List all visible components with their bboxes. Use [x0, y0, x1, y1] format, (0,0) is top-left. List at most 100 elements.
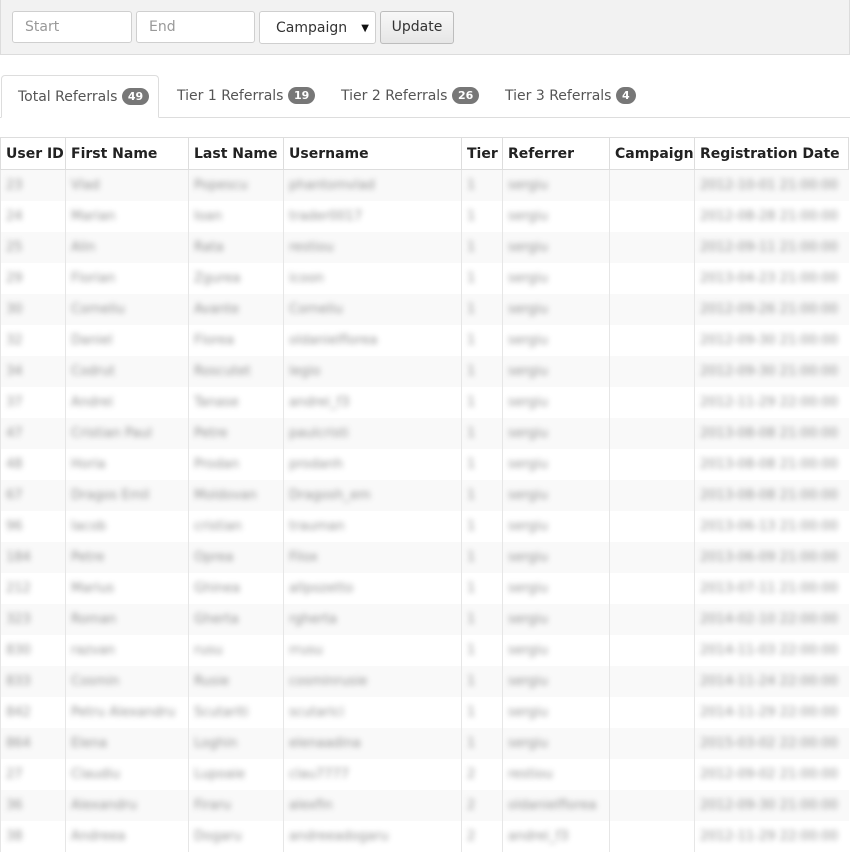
last-name-cell-text: Rata — [194, 239, 224, 255]
first-name-cell-text: Florian — [71, 270, 116, 286]
user-id-cell: 842 — [0, 696, 66, 728]
user-id-cell: 47 — [0, 417, 66, 449]
username-cell: legio — [283, 355, 462, 387]
table-row[interactable]: 96 Iacob cristian trauman 1 sergiu 2013-06-13 … — [0, 510, 849, 542]
tier-cell: 1 — [461, 293, 503, 325]
tab-tier-3-referrals[interactable]: Tier 3 Referrals 4 — [505, 75, 636, 117]
username-cell-text: andrei_f3 — [289, 394, 350, 410]
table-row[interactable]: 48 Horia Prodan prodanh 1 sergiu 2013-08-08 21… — [0, 448, 849, 480]
user-id-cell: 30 — [0, 293, 66, 325]
referrals-table: User ID First Name Last Name Username Ti… — [0, 137, 849, 852]
registration-date-cell-text: 2012-10-01 21:00:00 — [700, 177, 839, 193]
campaign-select[interactable]: Campaign ▼ — [259, 11, 376, 44]
username-cell-text: restiou — [289, 239, 334, 255]
column-header-first-name[interactable]: First Name — [65, 137, 189, 170]
username-cell: icoon — [283, 262, 462, 294]
column-header-registration-date[interactable]: Registration Date — [694, 137, 849, 170]
user-id-cell: 37 — [0, 386, 66, 418]
tab-tier-1-referrals[interactable]: Tier 1 Referrals 19 — [177, 75, 316, 117]
campaign-cell — [609, 572, 695, 604]
referrer-cell: sergiu — [502, 448, 610, 480]
tab-tier-2-referrals[interactable]: Tier 2 Referrals 26 — [341, 75, 480, 117]
user-id-cell-text: 27 — [6, 766, 23, 782]
registration-date-cell-text: 2013-08-08 21:00:00 — [700, 456, 839, 472]
last-name-cell: Prodan — [188, 448, 284, 480]
last-name-cell-text: Avante — [194, 301, 240, 317]
table-row[interactable]: 38 Andreea Dogaru andreeadogaru 2 andrei_f3 20… — [0, 820, 849, 852]
username-cell: andrei_f3 — [283, 386, 462, 418]
table-row[interactable]: 34 Codrut Roscutet legio 1 sergiu 2012-09-30 2… — [0, 355, 849, 387]
table-row[interactable]: 67 Dragos Emil Moldovan Dragosh_em 1 sergiu 20… — [0, 479, 849, 511]
referrer-cell-text: sergiu — [508, 332, 548, 348]
user-id-cell: 38 — [0, 820, 66, 852]
username-cell: elenaadina — [283, 727, 462, 759]
table-row[interactable]: 29 Florian Zgurea icoon 1 sergiu 2013-04-23 21… — [0, 262, 849, 294]
table-row[interactable]: 27 Claudiu Lupoaie clau7777 2 restiou 2012-09-… — [0, 758, 849, 790]
first-name-cell: Dragos Emil — [65, 479, 189, 511]
first-name-cell: Alin — [65, 231, 189, 263]
table-row[interactable]: 830 razvan rusu rrusu 1 sergiu 2014-11-03 22:0… — [0, 634, 849, 666]
referrer-cell: oldanielflorea — [502, 789, 610, 821]
referrer-cell: sergiu — [502, 200, 610, 232]
username-cell-text: Dragosh_em — [289, 487, 371, 503]
tier-cell-text: 1 — [467, 642, 476, 658]
registration-date-cell-text: 2013-04-23 21:00:00 — [700, 270, 839, 286]
table-row[interactable]: 842 Petru Alexandru Scutariti scutarici 1 ser… — [0, 696, 849, 728]
user-id-cell: 27 — [0, 758, 66, 790]
campaign-cell — [609, 603, 695, 635]
tier-cell: 1 — [461, 634, 503, 666]
first-name-cell: Iacob — [65, 510, 189, 542]
registration-date-cell-text: 2012-08-28 21:00:00 — [700, 208, 839, 224]
column-header-user-id[interactable]: User ID — [0, 137, 66, 170]
campaign-cell — [609, 355, 695, 387]
username-cell: paulcristi — [283, 417, 462, 449]
count-badge: 19 — [287, 87, 316, 104]
table-row[interactable]: 833 Cosmin Rusie cosminrusie 1 sergiu 2014-11-… — [0, 665, 849, 697]
username-cell-text: trauman — [289, 518, 345, 534]
table-row[interactable]: 864 Elena Loghin elenaadina 1 sergiu 2015-03-0… — [0, 727, 849, 759]
table-row[interactable]: 36 Alexandru Firaru alexfin 2 oldanielflorea 2… — [0, 789, 849, 821]
tier-cell-text: 1 — [467, 363, 476, 379]
tier-cell-text: 1 — [467, 456, 476, 472]
start-date-input[interactable]: Start — [12, 11, 132, 43]
table-row[interactable]: 30 Corneliu Avante Corneliu 1 sergiu 2012-09-2… — [0, 293, 849, 325]
column-header-campaign[interactable]: Campaign — [609, 137, 695, 170]
tier-cell-text: 1 — [467, 301, 476, 317]
username-cell-text: cosminrusie — [289, 673, 368, 689]
registration-date-cell: 2013-08-08 21:00:00 — [694, 448, 849, 480]
column-header-last-name[interactable]: Last Name — [188, 137, 284, 170]
last-name-cell: Roscutet — [188, 355, 284, 387]
first-name-cell-text: Vlad — [71, 177, 100, 193]
table-row[interactable]: 184 Petre Oprea Filox 1 sergiu 2013-06-09 21:0… — [0, 541, 849, 573]
referrer-cell: sergiu — [502, 355, 610, 387]
table-row[interactable]: 212 Marius Ghinea allpozetto 1 sergiu 2013-07-… — [0, 572, 849, 604]
first-name-cell: Elena — [65, 727, 189, 759]
column-header-tier[interactable]: Tier — [461, 137, 503, 170]
end-date-input[interactable]: End — [136, 11, 255, 43]
first-name-cell-text: Cosmin — [71, 673, 120, 689]
table-row[interactable]: 24 Marian Ioan trader0017 1 sergiu 2012-08-28 … — [0, 200, 849, 232]
username-cell: scutarici — [283, 696, 462, 728]
column-header-username[interactable]: Username — [283, 137, 462, 170]
referrer-cell-text: sergiu — [508, 642, 548, 658]
first-name-cell: Roman — [65, 603, 189, 635]
table-row[interactable]: 323 Roman Gherta rgherta 1 sergiu 2014-02-10 2… — [0, 603, 849, 635]
registration-date-cell: 2012-09-30 21:00:00 — [694, 789, 849, 821]
table-row[interactable]: 23 Vlad Popescu phantomvlad 1 sergiu 2012-10-0… — [0, 169, 849, 201]
tab-total-referrals[interactable]: Total Referrals 49 — [1, 75, 159, 118]
campaign-cell — [609, 262, 695, 294]
table-row[interactable]: 32 Daniel Florea oldanielflorea 1 sergiu 2012-… — [0, 324, 849, 356]
table-row[interactable]: 47 Cristian Paul Petre paulcristi 1 sergiu 201… — [0, 417, 849, 449]
tier-cell: 1 — [461, 479, 503, 511]
user-id-cell-text: 96 — [6, 518, 23, 534]
last-name-cell: Gherta — [188, 603, 284, 635]
user-id-cell-text: 29 — [6, 270, 23, 286]
column-header-referrer[interactable]: Referrer — [502, 137, 610, 170]
last-name-cell-text: Lupoaie — [194, 766, 246, 782]
table-row[interactable]: 37 Andrei Tanase andrei_f3 1 sergiu 2012-11-29… — [0, 386, 849, 418]
table-row[interactable]: 25 Alin Rata restiou 1 sergiu 2012-09-11 21:00… — [0, 231, 849, 263]
user-id-cell-text: 323 — [6, 611, 31, 627]
registration-date-cell-text: 2012-09-30 21:00:00 — [700, 363, 839, 379]
user-id-cell: 67 — [0, 479, 66, 511]
update-button[interactable]: Update — [380, 11, 454, 44]
